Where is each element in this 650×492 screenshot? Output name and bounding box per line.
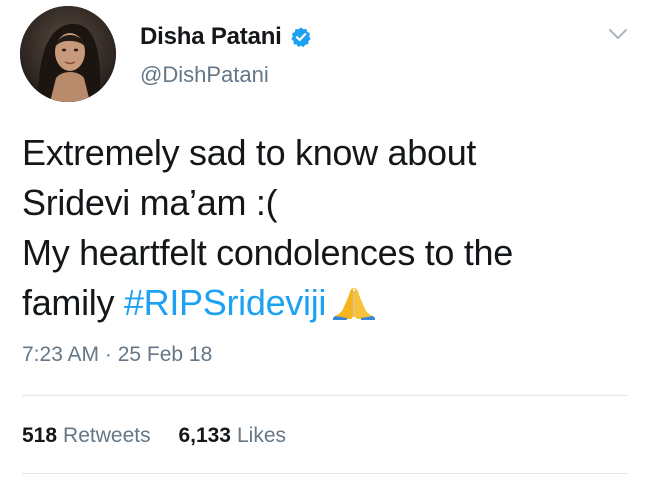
- retweets-label: Retweets: [63, 424, 151, 447]
- divider: [22, 473, 628, 474]
- divider: [22, 395, 628, 396]
- tweet-stats: 518 Retweets 6,133 Likes: [22, 424, 286, 448]
- display-name[interactable]: Disha Patani: [140, 23, 282, 51]
- tweet-text-segment: family: [22, 282, 124, 323]
- user-handle[interactable]: @DishPatani: [140, 62, 312, 88]
- likes-stat[interactable]: 6,133 Likes: [178, 424, 286, 447]
- tweet-timestamp[interactable]: 7:23 AM · 25 Feb 18: [22, 343, 212, 367]
- name-line: Disha Patani: [140, 22, 312, 52]
- folded-hands-icon: [330, 284, 378, 320]
- tweet-card: Disha Patani @DishPatani Extremely sad t…: [0, 0, 650, 492]
- tweet-text-last-line: family #RIPSrideviji: [22, 278, 622, 328]
- tweet-text-line: Sridevi ma’am :(: [22, 182, 278, 223]
- tweet-header: Disha Patani @DishPatani: [20, 6, 630, 106]
- hashtag-link[interactable]: #RIPSrideviji: [124, 282, 326, 323]
- tweet-text-line: Extremely sad to know about: [22, 132, 477, 173]
- profile-photo-icon: [20, 6, 116, 102]
- verified-badge-icon: [290, 26, 312, 48]
- author-info: Disha Patani @DishPatani: [140, 22, 312, 88]
- avatar[interactable]: [20, 6, 116, 102]
- likes-label: Likes: [237, 424, 287, 447]
- retweets-stat[interactable]: 518 Retweets: [22, 424, 156, 447]
- chevron-down-icon[interactable]: [606, 22, 630, 46]
- likes-count: 6,133: [178, 424, 231, 447]
- tweet-text: Extremely sad to know about Sridevi ma’a…: [22, 128, 622, 328]
- retweets-count: 518: [22, 424, 58, 447]
- tweet-text-line: My heartfelt condolences to the: [22, 232, 513, 273]
